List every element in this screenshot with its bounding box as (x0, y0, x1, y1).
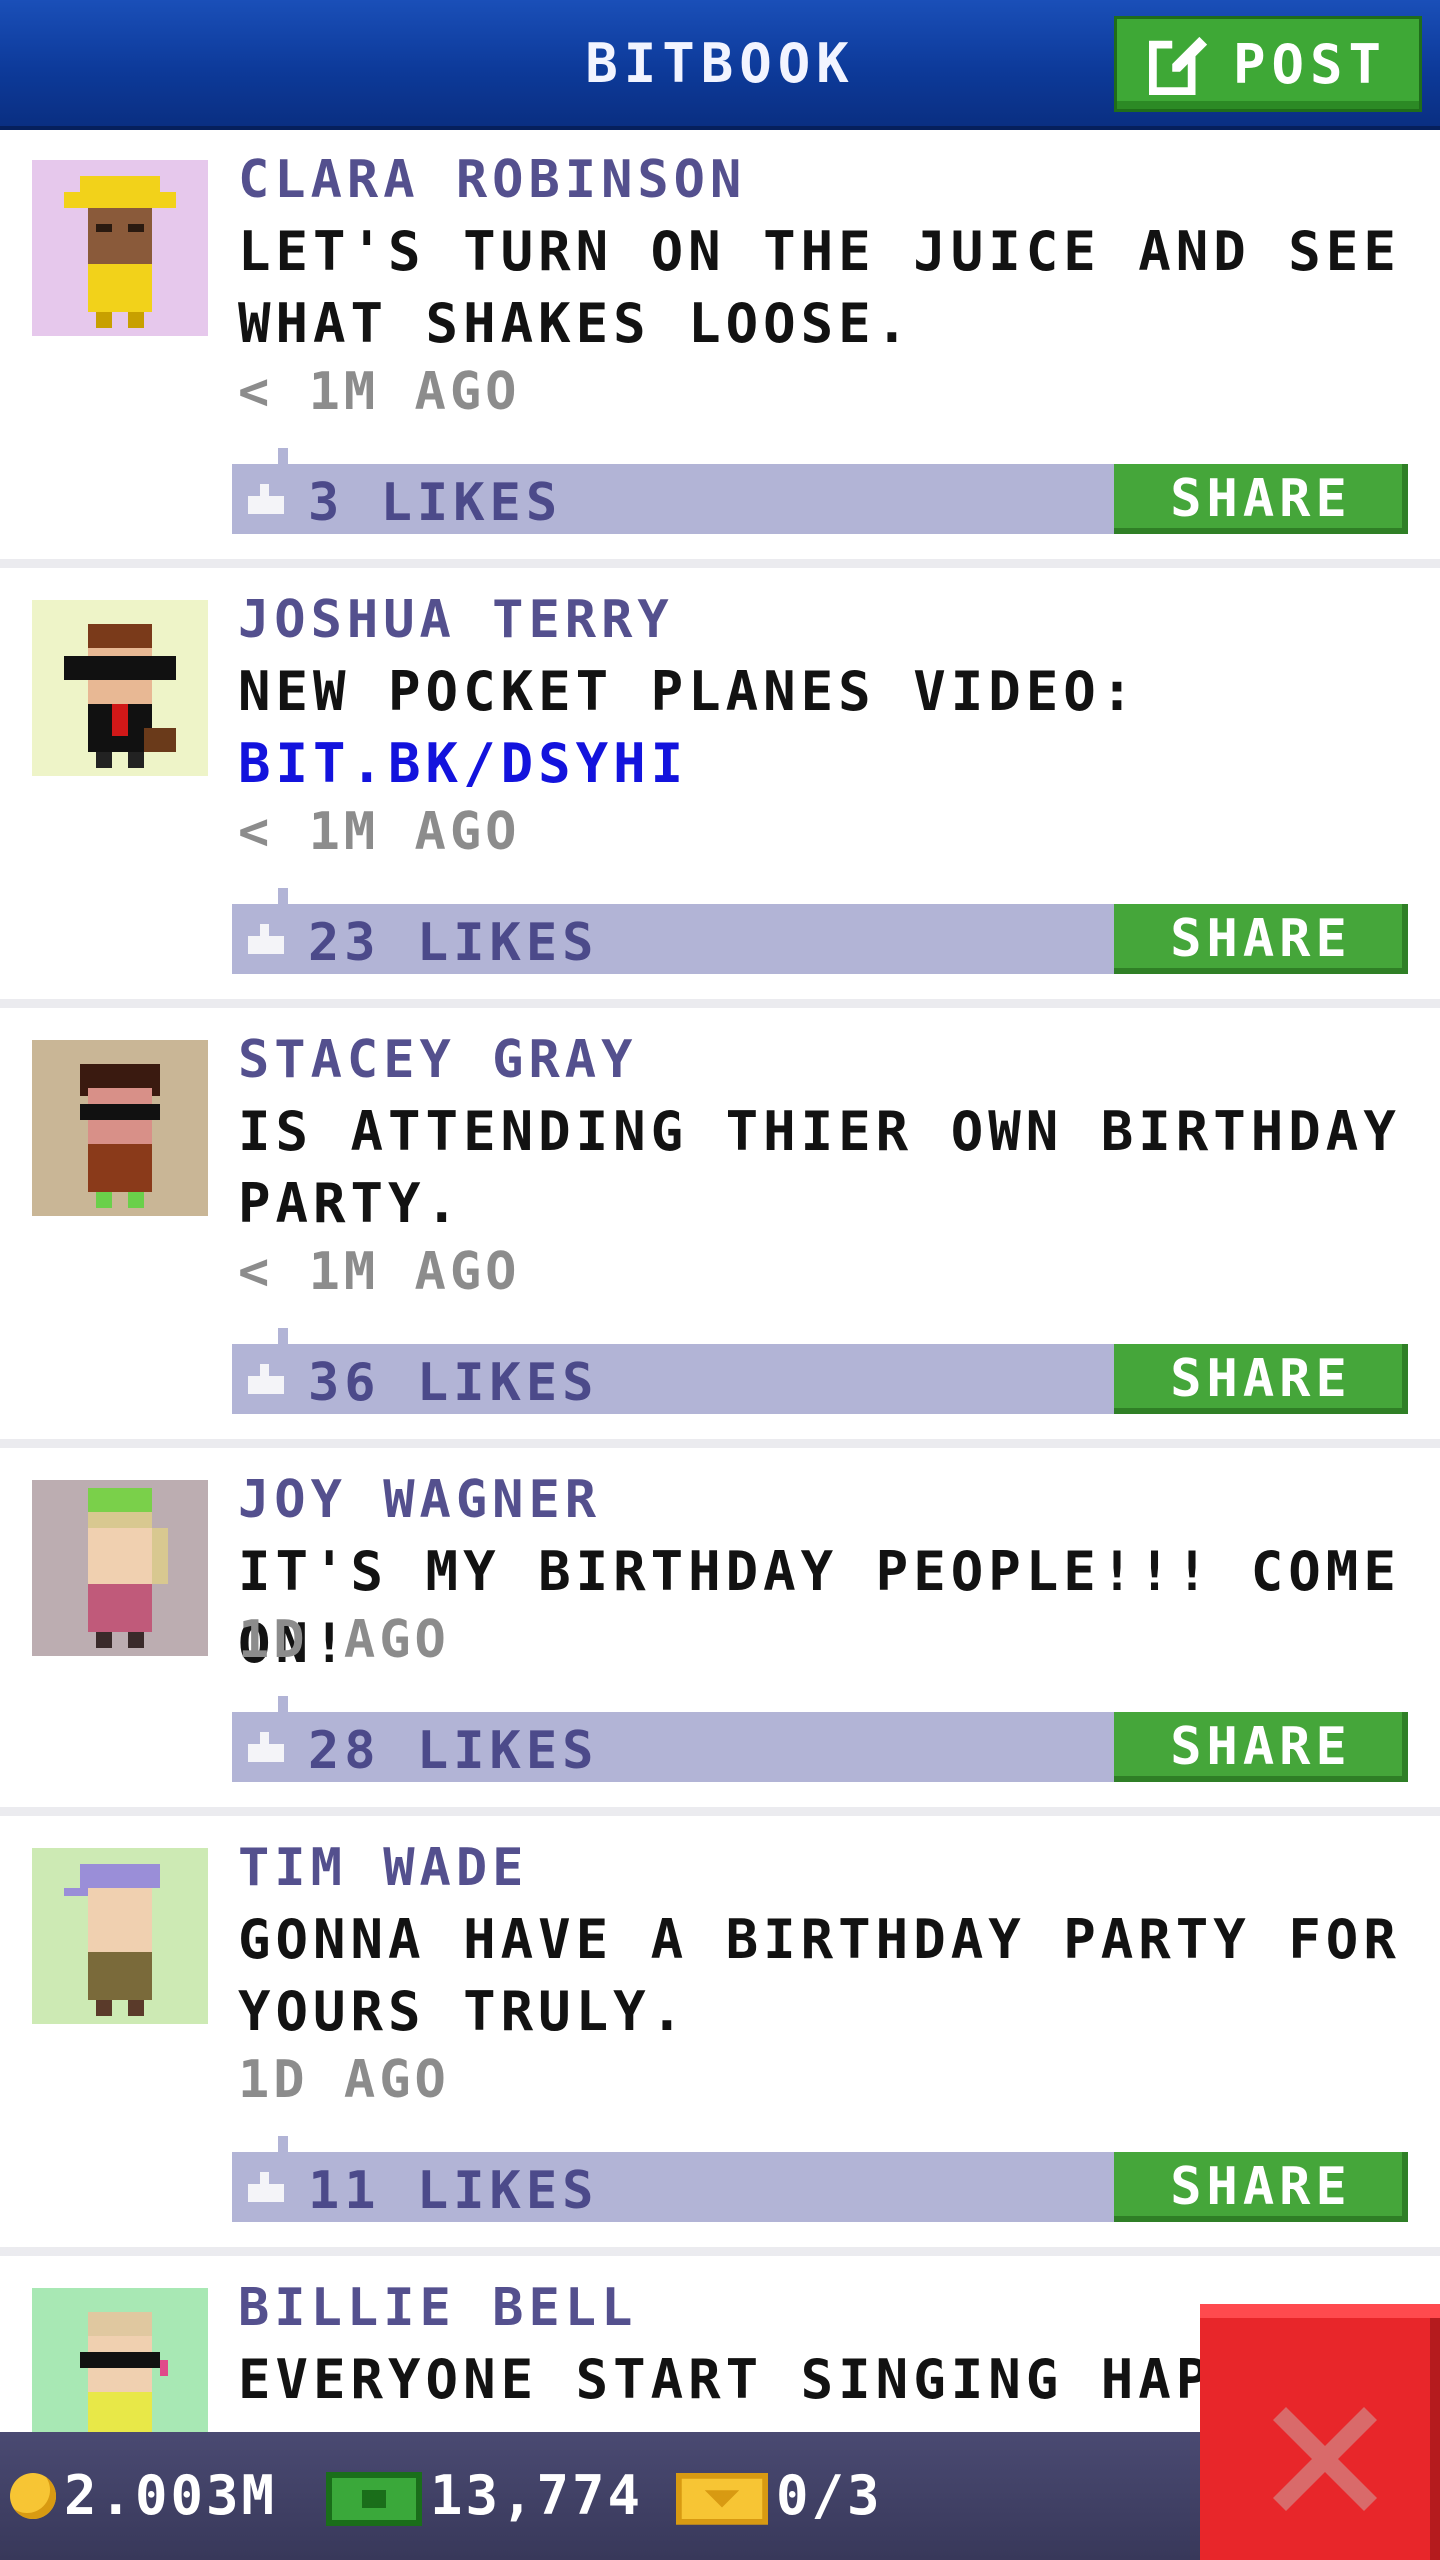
post-message-text: EVERYONE START SINGING HAPP (238, 2348, 1251, 2411)
thumbs-up-icon[interactable] (248, 924, 284, 954)
bux-icon (326, 2471, 422, 2526)
post-message-text: NEW POCKET PLANES VIDEO: (238, 660, 1139, 723)
avatar-joshua-icon (32, 600, 208, 776)
post-message: IS ATTENDING THIER OWN BIRTHDAY PARTY. (238, 1096, 1418, 1240)
post-message-text: LET'S TURN ON THE JUICE AND SEE WHAT SHA… (238, 220, 1401, 355)
coins-display: 2.003M (10, 2464, 277, 2527)
share-button[interactable]: SHARE (1114, 2152, 1408, 2222)
coin-icon (10, 2472, 56, 2519)
post-item: JOSHUA TERRY NEW POCKET PLANES VIDEO: BI… (0, 568, 1440, 1008)
post-author[interactable]: CLARA ROBINSON (238, 150, 746, 210)
avatar[interactable] (32, 600, 208, 776)
share-button[interactable]: SHARE (1114, 1344, 1408, 1414)
likes-count: 36 LIKES (308, 1353, 599, 1413)
bux-display: 13,774 (326, 2464, 643, 2527)
tickets-amount: 0/3 (776, 2464, 883, 2527)
post-timestamp: < 1M AGO (238, 802, 521, 862)
app-header: BITBOOK POST (0, 0, 1440, 130)
likes-bar: 36 LIKES SHARE (232, 1328, 1408, 1414)
likes-count: 23 LIKES (308, 913, 599, 973)
post-message: GONNA HAVE A BIRTHDAY PARTY FOR YOURS TR… (238, 1904, 1418, 2048)
post-message-text: GONNA HAVE A BIRTHDAY PARTY FOR YOURS TR… (238, 1908, 1401, 2043)
likes-bar: 3 LIKES SHARE (232, 448, 1408, 534)
post-author[interactable]: TIM WADE (238, 1838, 528, 1898)
avatar-stacey-icon (32, 1040, 208, 1216)
close-button[interactable] (1200, 2304, 1440, 2560)
post-feed: CLARA ROBINSON LET'S TURN ON THE JUICE A… (0, 130, 1440, 2556)
tickets-display: 0/3 (676, 2464, 883, 2527)
avatar-tim-icon (32, 1848, 208, 2024)
post-message-text: IS ATTENDING THIER OWN BIRTHDAY PARTY. (238, 1100, 1401, 1235)
post-timestamp: 1D AGO (238, 1610, 450, 1670)
bux-amount: 13,774 (430, 2464, 644, 2527)
thumbs-up-icon[interactable] (248, 2172, 284, 2202)
avatar[interactable] (32, 1848, 208, 2024)
post-author[interactable]: STACEY GRAY (238, 1030, 637, 1090)
post-item: STACEY GRAY IS ATTENDING THIER OWN BIRTH… (0, 1008, 1440, 1448)
thumbs-up-icon[interactable] (248, 484, 284, 514)
thumbs-up-icon[interactable] (248, 1364, 284, 1394)
post-author[interactable]: JOSHUA TERRY (238, 590, 674, 650)
thumbs-up-icon[interactable] (248, 1732, 284, 1762)
post-button[interactable]: POST (1114, 16, 1422, 112)
avatar-clara-icon (32, 160, 208, 336)
coins-amount: 2.003M (64, 2464, 278, 2527)
share-button[interactable]: SHARE (1114, 464, 1408, 534)
post-message: LET'S TURN ON THE JUICE AND SEE WHAT SHA… (238, 216, 1418, 360)
ticket-icon (676, 2472, 768, 2525)
edit-icon (1148, 36, 1208, 95)
post-item: TIM WADE GONNA HAVE A BIRTHDAY PARTY FOR… (0, 1816, 1440, 2256)
post-author[interactable]: BILLIE BELL (238, 2278, 637, 2338)
avatar[interactable] (32, 1480, 208, 1656)
post-item: JOY WAGNER IT'S MY BIRTHDAY PEOPLE!!! CO… (0, 1448, 1440, 1816)
likes-bar: 28 LIKES SHARE (232, 1696, 1408, 1782)
post-link[interactable]: BIT.BK/DSYHI (238, 728, 1418, 800)
avatar-joy-icon (32, 1480, 208, 1656)
post-author[interactable]: JOY WAGNER (238, 1470, 601, 1530)
share-button[interactable]: SHARE (1114, 904, 1408, 974)
avatar[interactable] (32, 1040, 208, 1216)
close-x-icon (1273, 2407, 1377, 2511)
post-timestamp: < 1M AGO (238, 1242, 521, 1302)
post-button-label: POST (1232, 32, 1388, 96)
post-item: CLARA ROBINSON LET'S TURN ON THE JUICE A… (0, 130, 1440, 568)
likes-count: 28 LIKES (308, 1721, 599, 1781)
share-button[interactable]: SHARE (1114, 1712, 1408, 1782)
likes-count: 11 LIKES (308, 2161, 599, 2221)
likes-bar: 23 LIKES SHARE (232, 888, 1408, 974)
post-timestamp: < 1M AGO (238, 362, 521, 422)
post-message: NEW POCKET PLANES VIDEO: BIT.BK/DSYHI (238, 656, 1418, 800)
likes-count: 3 LIKES (308, 473, 563, 533)
avatar[interactable] (32, 160, 208, 336)
likes-bar: 11 LIKES SHARE (232, 2136, 1408, 2222)
post-timestamp: 1D AGO (238, 2050, 450, 2110)
